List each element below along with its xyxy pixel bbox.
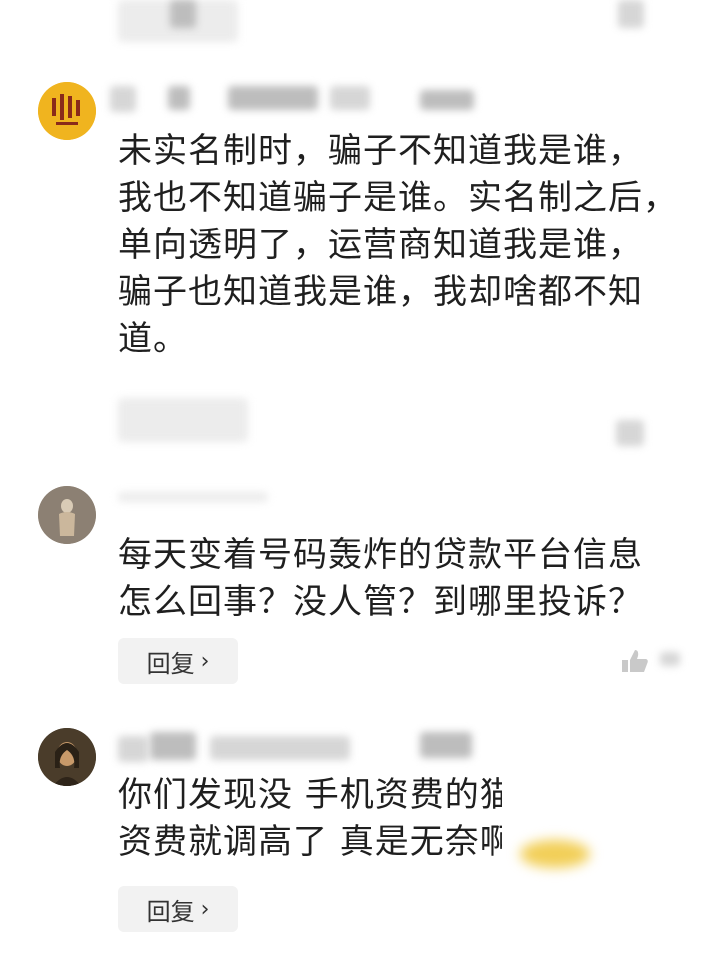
avatar[interactable] <box>38 82 96 140</box>
blurred-username <box>118 736 148 762</box>
blurred-reply-button[interactable] <box>118 398 248 442</box>
avatar[interactable] <box>38 728 96 786</box>
thumb-up-icon[interactable] <box>620 648 650 678</box>
reply-label: 回复 <box>146 897 195 926</box>
comment-line: 道。 <box>118 319 188 359</box>
reply-label: 回复 <box>146 649 195 678</box>
comment-text: 每天变着号码轰炸的贷款平台信息 怎么回事？没人管？到哪里投诉？ <box>118 532 643 626</box>
blurred-like-count <box>618 0 644 28</box>
comment-line: 每天变着号码轰炸的贷款平台信息 <box>118 535 643 575</box>
comment-text: 未实名制时，骗子不知道我是谁， 我也不知道骗子是谁。实名制之后， 单向透明了，运… <box>118 128 678 363</box>
blurred-username <box>228 86 318 110</box>
comment-line: 未实名制时，骗子不知道我是谁， <box>118 131 643 171</box>
blurred-like-count <box>616 420 644 446</box>
blurred-username <box>330 86 370 110</box>
blurred-username <box>110 86 136 112</box>
comment-line: 单向透明了，运营商知道我是谁， <box>118 225 643 265</box>
comment-text: 你们发现没 手机资费的猫 资费就调高了 真是无奈啊 <box>118 772 515 866</box>
reply-button[interactable]: 回复 › <box>118 886 238 932</box>
comment-line: 怎么回事？没人管？到哪里投诉？ <box>118 582 643 622</box>
reply-button[interactable]: 回复 › <box>118 638 238 684</box>
comment-line: 骗子也知道我是谁，我却啥都不知 <box>118 272 643 312</box>
comment-line: 你们发现没 手机资费的猫 <box>118 775 515 815</box>
chevron-right-icon: › <box>200 648 210 674</box>
avatar[interactable] <box>38 486 96 544</box>
blurred-like-count <box>660 652 680 666</box>
blurred-username <box>118 492 268 502</box>
blurred-timestamp <box>170 0 196 28</box>
yellow-smudge <box>520 840 590 868</box>
chevron-right-icon: › <box>200 896 210 922</box>
comment-line: 我也不知道骗子是谁。实名制之后， <box>118 178 678 218</box>
blurred-username <box>210 736 350 760</box>
comment-line: 资费就调高了 真是无奈啊 <box>118 822 515 862</box>
blurred-username <box>420 732 472 758</box>
blurred-username <box>420 90 474 110</box>
blurred-username <box>150 732 196 760</box>
blurred-username <box>168 86 190 110</box>
